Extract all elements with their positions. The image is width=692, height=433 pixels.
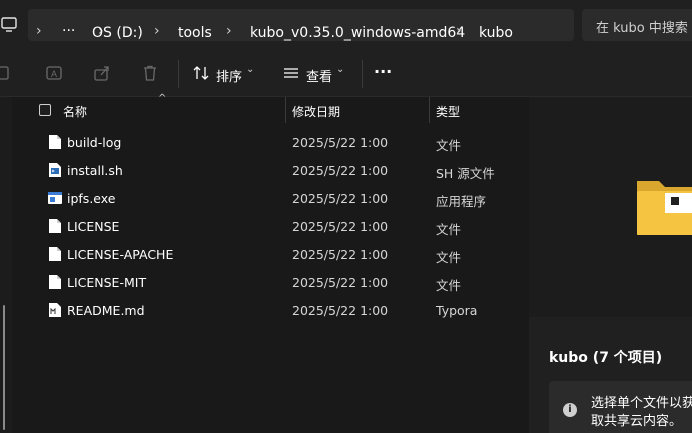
file-date: 2025/5/22 1:00 xyxy=(292,275,389,290)
file-name: LICENSE xyxy=(67,219,120,234)
file-icon xyxy=(49,135,61,149)
breadcrumb-kubo-release[interactable]: kubo_v0.35.0_windows-amd64 xyxy=(250,25,465,41)
file-icon xyxy=(49,247,61,261)
breadcrumb-drive[interactable]: OS (D:) xyxy=(92,25,143,41)
list-item[interactable]: LICENSE 2025/5/22 1:00 文件 xyxy=(12,212,527,240)
toolbar-divider xyxy=(178,60,179,88)
more-options-button[interactable]: ··· xyxy=(374,62,392,81)
command-bar: A 排序 ⌄ 查看 ⌄ ··· xyxy=(0,50,692,97)
column-modified[interactable]: 修改日期 xyxy=(292,103,340,120)
column-name[interactable]: 名称 xyxy=(63,103,87,120)
address-box[interactable]: › ··· › OS (D:) › tools › kubo_v0.35.0_w… xyxy=(28,9,574,41)
list-item[interactable]: install.sh 2025/5/22 1:00 SH 源文件 xyxy=(12,156,527,184)
file-name: ipfs.exe xyxy=(67,191,116,206)
search-input[interactable]: 在 kubo 中搜索 xyxy=(582,9,692,41)
details-pane: kubo (7 个项目) i 选择单个文件以获取共享云内容。 xyxy=(529,97,692,433)
info-icon: i xyxy=(563,403,577,417)
navigation-pane-edge xyxy=(0,97,12,433)
search-placeholder: 在 kubo 中搜索 xyxy=(596,21,688,36)
chevron-down-icon[interactable]: ⌄ xyxy=(336,64,344,75)
view-button[interactable]: 查看 xyxy=(306,66,332,85)
column-type[interactable]: 类型 xyxy=(436,103,460,120)
list-item[interactable]: LICENSE-APACHE 2025/5/22 1:00 文件 xyxy=(12,240,527,268)
markdown-file-icon xyxy=(49,303,61,317)
toolbar-divider xyxy=(362,60,363,88)
breadcrumb-tools[interactable]: tools xyxy=(178,25,212,41)
column-header: ^ 名称 修改日期 类型 xyxy=(12,93,527,123)
info-text: 选择单个文件以获取共享云内容。 xyxy=(591,396,692,429)
file-list: ^ 名称 修改日期 类型 build-log 2025/5/22 1:00 文件… xyxy=(12,93,527,433)
file-name: install.sh xyxy=(67,163,123,178)
select-all-checkbox[interactable] xyxy=(39,104,51,116)
file-date: 2025/5/22 1:00 xyxy=(292,303,389,318)
file-type: 文件 xyxy=(436,278,462,293)
file-name: LICENSE-APACHE xyxy=(67,247,174,262)
file-name: build-log xyxy=(67,135,122,150)
breadcrumb-kubo[interactable]: kubo xyxy=(479,25,513,41)
this-pc-icon[interactable] xyxy=(0,15,18,33)
file-icon xyxy=(49,275,61,289)
file-name: README.md xyxy=(67,303,145,318)
file-name: LICENSE-MIT xyxy=(67,275,147,290)
file-type: 文件 xyxy=(436,222,462,237)
list-item[interactable]: README.md 2025/5/22 1:00 Typora xyxy=(12,296,527,324)
address-bar-row: › ··· › OS (D:) › tools › kubo_v0.35.0_w… xyxy=(0,0,692,50)
chevron-right-icon[interactable]: › xyxy=(154,23,160,39)
file-type: 文件 xyxy=(436,138,462,153)
list-item[interactable]: build-log 2025/5/22 1:00 文件 xyxy=(12,128,527,156)
list-item[interactable]: LICENSE-MIT 2025/5/22 1:00 文件 xyxy=(12,268,527,296)
view-icon[interactable] xyxy=(282,64,300,82)
rename-icon[interactable]: A xyxy=(45,64,63,82)
sort-ascending-icon: ^ xyxy=(158,93,167,104)
chevron-right-icon[interactable]: › xyxy=(226,23,232,39)
exe-file-icon xyxy=(48,192,62,204)
sort-icon[interactable] xyxy=(192,64,210,82)
delete-icon[interactable] xyxy=(141,64,159,82)
file-type: 文件 xyxy=(436,250,462,265)
file-date: 2025/5/22 1:00 xyxy=(292,135,389,150)
file-date: 2025/5/22 1:00 xyxy=(292,191,389,206)
column-separator[interactable] xyxy=(285,97,286,123)
folder-icon xyxy=(637,181,692,235)
preview-area xyxy=(529,97,692,317)
file-type: 应用程序 xyxy=(436,194,487,209)
file-date: 2025/5/22 1:00 xyxy=(292,163,389,178)
list-item[interactable]: ipfs.exe 2025/5/22 1:00 应用程序 xyxy=(12,184,527,212)
file-date: 2025/5/22 1:00 xyxy=(292,219,389,234)
copy-icon[interactable] xyxy=(0,64,14,82)
file-type: Typora xyxy=(436,303,478,318)
info-message: i 选择单个文件以获取共享云内容。 xyxy=(549,381,692,433)
column-separator[interactable] xyxy=(429,97,430,123)
svg-text:A: A xyxy=(51,69,57,79)
script-file-icon xyxy=(49,163,61,177)
chevron-right-icon[interactable]: › xyxy=(36,23,42,39)
scrollbar-thumb[interactable] xyxy=(3,305,5,430)
chevron-right-icon[interactable]: › xyxy=(456,23,462,39)
file-type: SH 源文件 xyxy=(436,166,495,181)
chevron-down-icon[interactable]: ⌄ xyxy=(246,64,254,75)
sort-button[interactable]: 排序 xyxy=(216,66,242,85)
breadcrumb-overflow[interactable]: ··· xyxy=(62,23,75,39)
file-date: 2025/5/22 1:00 xyxy=(292,247,389,262)
share-icon[interactable] xyxy=(93,64,111,82)
file-icon xyxy=(49,219,61,233)
details-title: kubo (7 个项目) xyxy=(549,350,663,366)
